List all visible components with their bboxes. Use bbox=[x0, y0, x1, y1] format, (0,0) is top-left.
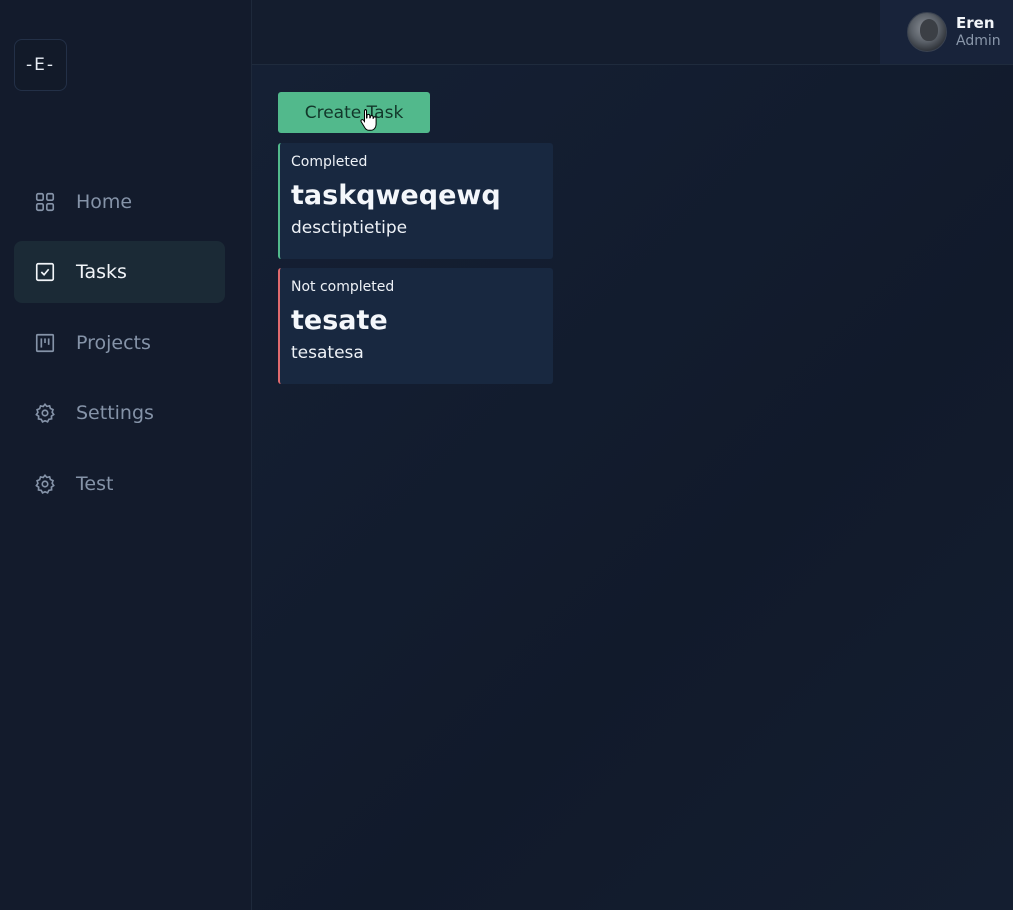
sidebar-item-label: Projects bbox=[76, 332, 151, 354]
sidebar-item-settings[interactable]: Settings bbox=[14, 382, 225, 444]
sidebar-item-test[interactable]: Test bbox=[14, 453, 225, 515]
checkbox-icon bbox=[34, 261, 56, 283]
grid-icon bbox=[34, 191, 56, 213]
avatar bbox=[907, 12, 947, 52]
sidebar-item-label: Tasks bbox=[76, 261, 127, 283]
top-header: Eren Admin bbox=[252, 0, 1013, 65]
kanban-icon bbox=[34, 332, 56, 354]
task-card[interactable]: Completed taskqweqewq desctiptietipe bbox=[278, 143, 553, 259]
task-card[interactable]: Not completed tesate tesatesa bbox=[278, 268, 553, 384]
user-menu[interactable]: Eren Admin bbox=[880, 0, 1013, 64]
user-meta: Eren Admin bbox=[956, 14, 1001, 50]
sidebar-item-home[interactable]: Home bbox=[14, 171, 225, 233]
user-role: Admin bbox=[956, 33, 1001, 49]
sidebar-item-label: Home bbox=[76, 191, 133, 213]
task-status: Completed bbox=[291, 154, 368, 170]
sidebar-item-label: Settings bbox=[76, 402, 154, 424]
task-title: tesate bbox=[291, 305, 388, 336]
sidebar-item-label: Test bbox=[76, 473, 114, 495]
sidebar-item-tasks[interactable]: Tasks bbox=[14, 241, 225, 303]
main-content: Create Task Completed taskqweqewq descti… bbox=[252, 65, 1013, 910]
task-status: Not completed bbox=[291, 279, 395, 295]
task-description: desctiptietipe bbox=[291, 218, 408, 238]
create-task-button[interactable]: Create Task bbox=[278, 92, 430, 133]
sidebar: -E- Home Tasks Projects Settings Test bbox=[0, 0, 252, 910]
sidebar-item-projects[interactable]: Projects bbox=[14, 312, 225, 374]
task-description: tesatesa bbox=[291, 343, 364, 363]
logo[interactable]: -E- bbox=[14, 39, 67, 91]
gear-icon bbox=[34, 402, 56, 424]
user-name: Eren bbox=[956, 14, 995, 32]
gear-icon bbox=[34, 473, 56, 495]
task-title: taskqweqewq bbox=[291, 180, 501, 211]
